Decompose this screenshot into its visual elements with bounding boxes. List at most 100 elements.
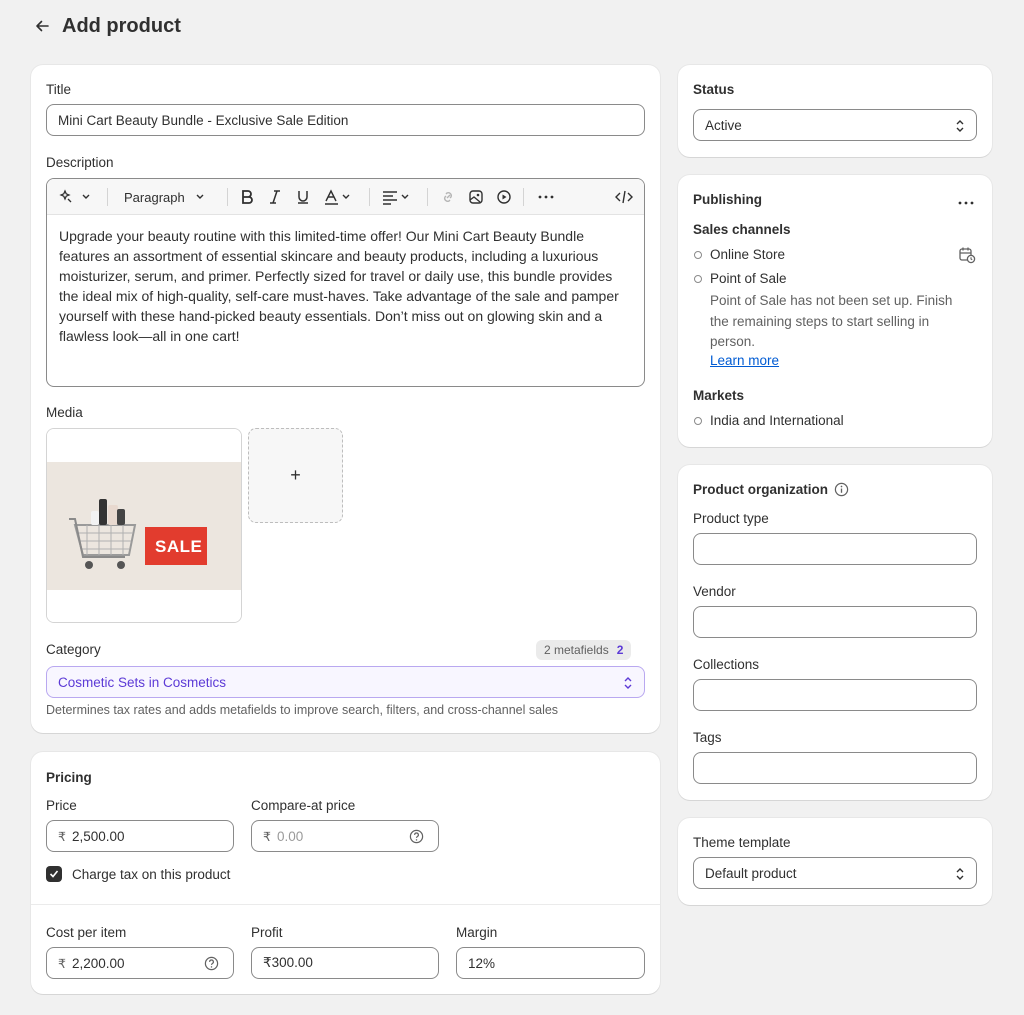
channel-name: Point of Sale	[710, 271, 787, 286]
link-icon[interactable]	[440, 188, 456, 206]
sales-channels-label: Sales channels	[693, 222, 791, 237]
select-arrows-icon	[956, 868, 964, 880]
back-arrow-icon[interactable]	[34, 16, 54, 36]
image-icon[interactable]	[468, 188, 484, 206]
channel-name: Online Store	[710, 247, 786, 262]
align-icon[interactable]	[382, 188, 414, 206]
editor-toolbar: Paragraph	[47, 179, 644, 215]
status-card: Status Active	[678, 65, 992, 157]
metafields-badge[interactable]: 2 metafields 2	[536, 640, 632, 660]
margin-label: Margin	[456, 925, 498, 940]
category-name: Cosmetic Sets	[58, 674, 146, 690]
cost-value: 2,200.00	[71, 955, 125, 971]
more-actions-icon[interactable]	[957, 195, 975, 211]
metafields-count: 2	[616, 643, 624, 657]
market-item: India and International	[694, 413, 844, 428]
price-label: Price	[46, 798, 77, 813]
publishing-title: Publishing	[693, 192, 762, 207]
channel-status-dot	[694, 274, 702, 283]
currency-symbol: ₹	[58, 829, 66, 844]
channel-point-of-sale: Point of Sale	[694, 271, 787, 286]
category-label: Category	[46, 642, 101, 657]
channel-online-store: Online Store	[694, 247, 785, 262]
charge-tax-label: Charge tax on this product	[72, 866, 231, 882]
theme-template-card: Theme template Default product	[678, 818, 992, 905]
collections-label: Collections	[693, 657, 760, 672]
tags-label: Tags	[693, 730, 722, 745]
product-details-card: Title Mini Cart Beauty Bundle - Exclusiv…	[31, 65, 660, 733]
schedule-calendar-icon[interactable]	[958, 246, 976, 267]
media-image[interactable]: SALE	[46, 428, 242, 623]
charge-tax-checkbox[interactable]	[46, 866, 62, 882]
profit-value: ₹300.00	[263, 955, 313, 970]
profit-input[interactable]: ₹300.00	[251, 947, 439, 979]
status-value: Active	[705, 117, 742, 133]
title-input[interactable]: Mini Cart Beauty Bundle - Exclusive Sale…	[46, 104, 645, 136]
collections-input[interactable]	[693, 679, 977, 711]
currency-symbol: ₹	[263, 829, 271, 844]
chevron-down-icon	[196, 194, 204, 199]
sale-sign-text: SALE	[155, 537, 203, 556]
learn-more-link[interactable]: Learn more	[710, 353, 779, 368]
cost-label: Cost per item	[46, 925, 127, 940]
vendor-label: Vendor	[693, 584, 736, 599]
page-header: Add product	[34, 12, 181, 40]
help-circle-icon	[204, 956, 219, 971]
pricing-card: Pricing Price ₹ 2,500.00 Compare-at pric…	[31, 752, 660, 994]
page-title: Add product	[62, 14, 181, 37]
product-type-input[interactable]	[693, 533, 977, 565]
paragraph-label: Paragraph	[124, 189, 185, 205]
description-text[interactable]: Upgrade your beauty routine with this li…	[47, 215, 644, 357]
compare-price-input[interactable]: ₹ 0.00	[251, 820, 439, 852]
compare-price-placeholder: 0.00	[276, 828, 304, 844]
metafields-label: 2 metafields	[544, 643, 609, 657]
price-value: 2,500.00	[71, 828, 125, 844]
category-help-text: Determines tax rates and adds metafields…	[46, 703, 559, 717]
category-in: in	[145, 674, 164, 690]
price-input[interactable]: ₹ 2,500.00	[46, 820, 234, 852]
italic-icon[interactable]	[268, 188, 282, 206]
pricing-divider	[31, 904, 660, 905]
status-select[interactable]: Active	[693, 109, 977, 141]
code-view-icon[interactable]	[615, 188, 633, 206]
text-color-icon[interactable]	[324, 188, 356, 206]
product-organization-card: Product organization Product type Vendor…	[678, 465, 992, 800]
product-type-label: Product type	[693, 511, 769, 526]
market-status-dot	[694, 416, 702, 425]
magic-icon[interactable]	[59, 188, 93, 206]
title-value: Mini Cart Beauty Bundle - Exclusive Sale…	[58, 112, 349, 128]
vendor-input[interactable]	[693, 606, 977, 638]
margin-value: 12%	[468, 955, 496, 971]
cost-input[interactable]: ₹ 2,200.00	[46, 947, 234, 979]
more-icon[interactable]	[537, 188, 555, 206]
description-label: Description	[46, 155, 114, 170]
description-editor: Paragraph Upgrade your beauty routine wi…	[46, 178, 645, 387]
markets-label: Markets	[693, 388, 745, 403]
category-parent: Cosmetics	[163, 674, 227, 690]
currency-symbol: ₹	[58, 956, 66, 971]
theme-template-label: Theme template	[693, 835, 791, 850]
info-icon[interactable]	[834, 482, 849, 497]
select-arrows-icon	[624, 677, 632, 689]
market-name: India and International	[710, 413, 844, 428]
channel-status-dot	[694, 250, 702, 259]
paragraph-dropdown[interactable]: Paragraph	[124, 188, 209, 206]
category-select[interactable]: Cosmetic Sets in Cosmetics	[46, 666, 645, 698]
checkmark-icon	[49, 870, 59, 878]
underline-icon[interactable]	[296, 188, 310, 206]
theme-template-value: Default product	[705, 865, 797, 881]
status-label: Status	[693, 82, 735, 97]
title-label: Title	[46, 82, 72, 97]
add-media-button[interactable]: +	[248, 428, 343, 523]
pos-setup-note: Point of Sale has not been set up. Finis…	[710, 293, 953, 349]
video-icon[interactable]	[496, 188, 512, 206]
margin-input[interactable]: 12%	[456, 947, 645, 979]
organization-title: Product organization	[693, 482, 828, 497]
theme-template-select[interactable]: Default product	[693, 857, 977, 889]
profit-label: Profit	[251, 925, 283, 940]
organization-header: Product organization	[693, 482, 849, 497]
bold-icon[interactable]	[240, 188, 254, 206]
select-arrows-icon	[956, 120, 964, 132]
tags-input[interactable]	[693, 752, 977, 784]
charge-tax-row[interactable]: Charge tax on this product	[46, 866, 230, 882]
